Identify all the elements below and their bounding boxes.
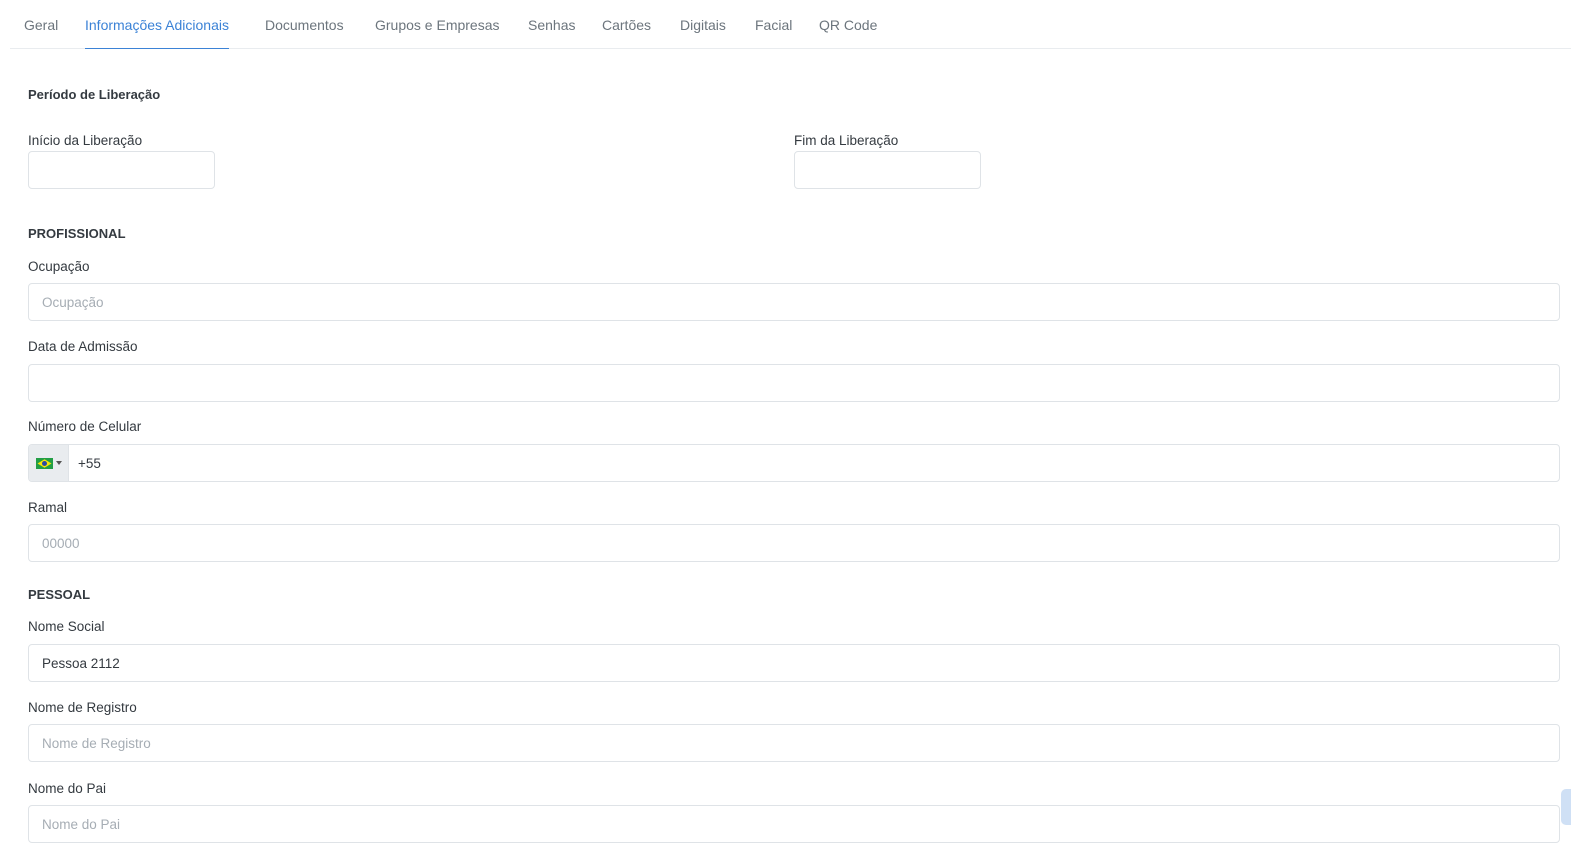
mobile-number-input[interactable]: [69, 445, 1559, 481]
professional-heading: PROFISSIONAL: [28, 226, 126, 241]
occupation-label: Ocupação: [28, 259, 90, 274]
personal-heading: PESSOAL: [28, 587, 91, 602]
release-end-input[interactable]: [794, 151, 981, 189]
additional-info-page: Geral Informações Adicionais Documentos …: [0, 0, 1571, 853]
extension-label: Ramal: [28, 500, 68, 515]
mobile-number-label: Número de Celular: [28, 419, 142, 434]
tab-grupos-e-empresas[interactable]: Grupos e Empresas: [375, 0, 500, 49]
admission-date-input[interactable]: [28, 364, 1560, 402]
release-start-label: Início da Liberação: [28, 133, 143, 148]
release-start-input[interactable]: [28, 151, 215, 189]
chevron-down-icon: [55, 461, 62, 465]
side-panel-handle[interactable]: [1561, 789, 1571, 825]
registry-name-input[interactable]: [28, 724, 1560, 762]
tab-cartoes[interactable]: Cartões: [602, 0, 651, 49]
tab-geral[interactable]: Geral: [24, 0, 58, 49]
occupation-input[interactable]: [28, 283, 1560, 321]
social-name-label: Nome Social: [28, 619, 105, 634]
country-code-selector[interactable]: [29, 445, 69, 481]
tab-informacoes-adicionais[interactable]: Informações Adicionais: [85, 0, 229, 49]
extension-input[interactable]: [28, 524, 1560, 562]
tab-qr-code[interactable]: QR Code: [819, 0, 877, 49]
brazil-flag-icon: [35, 457, 53, 469]
admission-date-label: Data de Admissão: [28, 339, 138, 354]
tab-senhas[interactable]: Senhas: [528, 0, 575, 49]
tab-documentos[interactable]: Documentos: [265, 0, 344, 49]
tab-bar: Geral Informações Adicionais Documentos …: [10, 0, 1571, 49]
tab-facial[interactable]: Facial: [755, 0, 792, 49]
release-period-heading: Período de Liberação: [28, 87, 161, 102]
social-name-input[interactable]: [28, 644, 1560, 682]
father-name-label: Nome do Pai: [28, 781, 107, 796]
father-name-input[interactable]: [28, 805, 1560, 843]
tab-digitais[interactable]: Digitais: [680, 0, 726, 49]
mobile-number-field: [28, 444, 1560, 482]
release-end-label: Fim da Liberação: [794, 133, 899, 148]
registry-name-label: Nome de Registro: [28, 700, 137, 715]
